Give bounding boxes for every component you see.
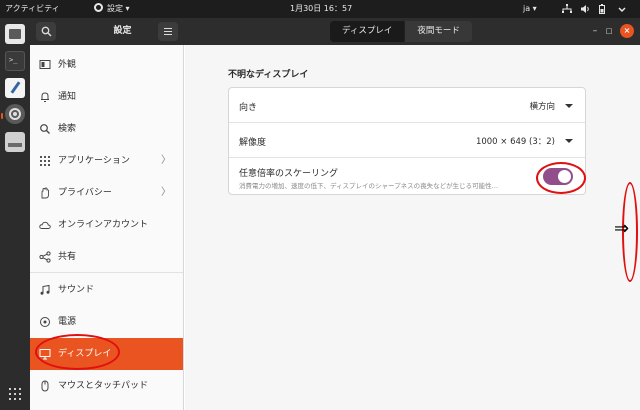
share-icon [39, 251, 51, 263]
sidebar-item-label: サウンド [58, 285, 95, 295]
search-icon [41, 26, 52, 37]
minimize-button[interactable]: – [588, 24, 602, 38]
activities-button[interactable]: アクティビティ [5, 0, 60, 18]
gear-icon [94, 3, 103, 12]
close-button[interactable]: × [620, 24, 634, 38]
annotation-arrow: ⇒ [614, 218, 630, 239]
resolution-value[interactable]: 1000 × 649 (3：2) [476, 135, 555, 147]
fractional-scaling-row: 任意倍率のスケーリング 消費電力の増加、速度の低下、ディスプレイのシャープネスの… [229, 158, 585, 194]
sidebar-item-label: プライバシー [58, 188, 112, 198]
show-applications-icon[interactable] [9, 388, 21, 400]
sidebar-item-search[interactable]: 検索 [30, 113, 183, 145]
clock[interactable]: 1月30日 16：57 [290, 0, 352, 18]
app-menu[interactable]: 設定 ▾ [94, 0, 130, 18]
sidebar-item-label: 電源 [58, 317, 77, 327]
display-settings-panel: 不明なディスプレイ 向き 横方向 解像度 1000 × 649 (3：2) 任意… [185, 45, 640, 410]
sidebar-item-power[interactable]: 電源 [30, 306, 183, 338]
chevron-right-icon: 〉 [161, 155, 171, 166]
cloud-icon [39, 221, 51, 229]
system-menu-icon[interactable] [617, 4, 627, 14]
sidebar-item-label: 検索 [58, 124, 77, 134]
terminal-app-icon[interactable]: >_ [5, 51, 25, 71]
header-bar: 設定 ディスプレイ 夜間モード – □ × [30, 18, 640, 45]
battery-icon[interactable] [597, 4, 607, 14]
resolution-label: 解像度 [239, 138, 267, 148]
sidebar-item-online-accounts[interactable]: オンラインアカウント [30, 209, 183, 241]
sidebar-item-label: オンラインアカウント [58, 220, 149, 230]
sidebar-item-appearance[interactable]: 外観 [30, 49, 183, 81]
sidebar-item-applications[interactable]: アプリケーション 〉 [30, 145, 183, 177]
volume-icon[interactable] [580, 4, 590, 14]
tab-display[interactable]: ディスプレイ [330, 21, 405, 42]
annotation-circle-display [35, 334, 120, 370]
orientation-row[interactable]: 向き 横方向 [229, 88, 585, 123]
display-settings-list: 向き 横方向 解像度 1000 × 649 (3：2) 任意倍率のスケーリング … [228, 87, 586, 195]
language-indicator[interactable]: ja ▾ [523, 0, 537, 18]
drive-app-icon[interactable] [5, 132, 25, 152]
dock: >_ [0, 18, 30, 410]
view-switcher: ディスプレイ 夜間モード [330, 21, 472, 42]
text-editor-app-icon[interactable] [5, 78, 25, 98]
chevron-right-icon: 〉 [161, 187, 171, 198]
sidebar-item-sharing[interactable]: 共有 [30, 241, 183, 273]
sidebar-item-notifications[interactable]: 通知 [30, 81, 183, 113]
music-note-icon [40, 284, 50, 295]
tab-night-light[interactable]: 夜間モード [404, 21, 472, 42]
top-bar: アクティビティ 設定 ▾ 1月30日 16：57 ja ▾ [0, 0, 640, 18]
sidebar-item-privacy[interactable]: プライバシー 〉 [30, 177, 183, 209]
dropdown-arrow-icon[interactable] [565, 139, 573, 143]
apps-grid-icon [40, 156, 50, 166]
sidebar-item-label: アプリケーション [58, 156, 130, 166]
dropdown-arrow-icon[interactable] [565, 104, 573, 108]
fractional-scaling-label: 任意倍率のスケーリング [239, 169, 339, 179]
resolution-row[interactable]: 解像度 1000 × 649 (3：2) [229, 123, 585, 158]
sidebar-item-label: 通知 [58, 92, 77, 102]
bell-icon [41, 92, 49, 102]
sidebar-item-label: 外観 [58, 60, 77, 70]
settings-app-icon[interactable] [5, 104, 25, 124]
files-app-icon[interactable] [5, 24, 25, 44]
appearance-icon [39, 60, 51, 69]
active-app-indicator [1, 113, 3, 119]
mouse-icon [41, 380, 49, 392]
fractional-scaling-description: 消費電力の増加、速度の低下、ディスプレイのシャープネスの喪失などが生じる可能性… [239, 182, 499, 190]
sidebar-item-mouse-touchpad[interactable]: マウスとタッチパッド [30, 370, 183, 402]
sidebar-item-label: 共有 [58, 252, 77, 262]
power-icon [40, 317, 50, 327]
orientation-label: 向き [239, 103, 258, 113]
sidebar-item-label: マウスとタッチパッド [58, 381, 149, 391]
hand-icon [41, 187, 49, 199]
search-icon [40, 124, 50, 134]
annotation-circle-switch [536, 162, 586, 194]
menu-button[interactable] [158, 22, 178, 41]
sidebar-item-sound[interactable]: サウンド [30, 274, 183, 306]
display-group-title: 不明なディスプレイ [228, 70, 309, 80]
orientation-value[interactable]: 横方向 [529, 100, 555, 112]
search-button[interactable] [36, 22, 56, 41]
maximize-button[interactable]: □ [602, 24, 616, 38]
app-menu-label: 設定 ▾ [107, 4, 130, 13]
network-icon[interactable] [562, 4, 572, 14]
